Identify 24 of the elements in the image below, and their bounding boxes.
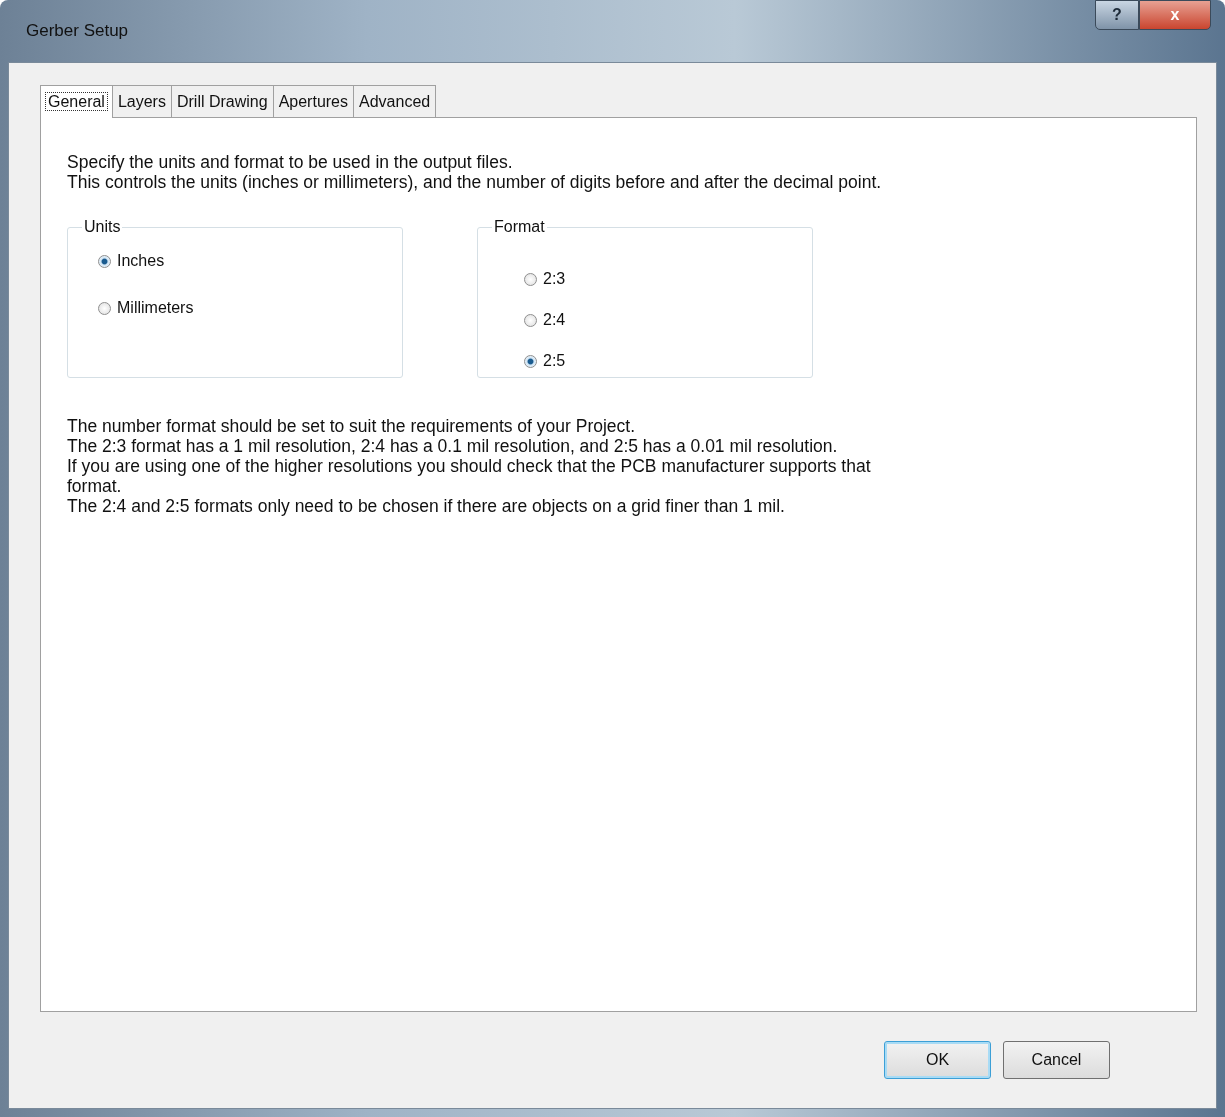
help-button[interactable]: ? (1095, 0, 1139, 30)
radio-icon[interactable] (524, 272, 537, 286)
radio-option[interactable]: Millimeters (98, 299, 402, 317)
window-title: Gerber Setup (26, 21, 129, 41)
note-text: The 2:3 format has a 1 mil resolution, 2:4 has a 0.1 mil resolution, and 2:5 has a 0.01 mil resolution. (67, 436, 839, 456)
tab[interactable]: General (40, 85, 113, 118)
radio-option[interactable]: 2:5 (524, 352, 812, 370)
group-title: Format (493, 218, 546, 236)
note-text: If you are using one of the higher resolutions you should check that the PCB manufacturer supports that format. (67, 456, 872, 496)
radio-icon[interactable] (98, 254, 111, 268)
radio-icon[interactable] (98, 301, 111, 315)
ok-button[interactable]: OK (884, 1041, 991, 1079)
radio-option[interactable]: 2:3 (524, 270, 812, 288)
radio-option[interactable]: Inches (98, 252, 402, 270)
tab[interactable]: Advanced (353, 85, 437, 117)
description-text: Specify the units and format to be used in the output files. (67, 152, 514, 172)
description-text: This controls the units (inches or millimeters), and the number of digits before and after the decimal point. (67, 172, 883, 192)
radio-icon[interactable] (524, 313, 537, 327)
cancel-button[interactable]: Cancel (1003, 1041, 1110, 1079)
note-text: The number format should be set to suit the requirements of your Project. (67, 416, 637, 436)
group-title: Units (83, 218, 122, 236)
note-text: The 2:4 and 2:5 formats only need to be chosen if there are objects on a grid finer than 1 mil. (67, 496, 786, 516)
radio-option[interactable]: 2:4 (524, 311, 812, 329)
radio-icon[interactable] (524, 354, 537, 368)
